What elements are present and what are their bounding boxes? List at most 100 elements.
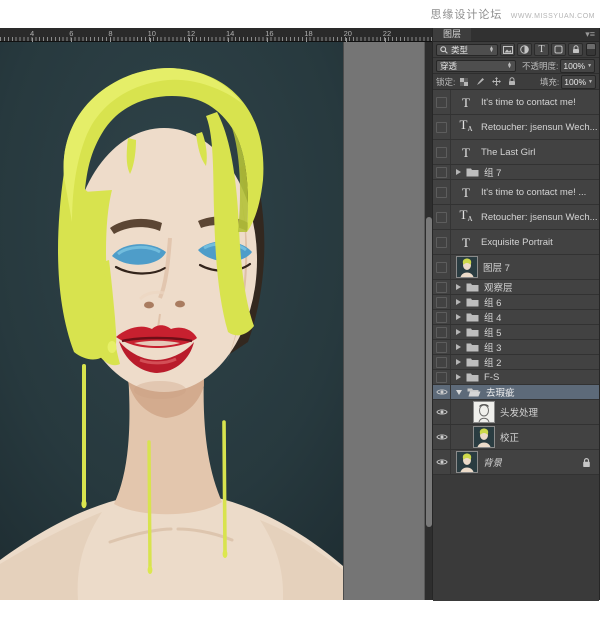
disclosure-triangle-icon[interactable] xyxy=(456,359,461,365)
disclosure-triangle-icon[interactable] xyxy=(456,169,461,175)
disclosure-triangle-icon[interactable] xyxy=(456,344,461,350)
layer-row-body[interactable]: 组 5 xyxy=(451,325,599,339)
text-layer-thumbnail[interactable]: T xyxy=(456,236,476,249)
visibility-eye-icon[interactable] xyxy=(433,385,451,399)
layer-row-body[interactable]: TARetoucher: jsensun Wech... xyxy=(451,115,599,139)
visibility-eye-empty[interactable] xyxy=(433,280,451,294)
layer-row-body[interactable]: 背景 xyxy=(451,450,599,474)
filter-shape-layers-icon[interactable] xyxy=(551,43,566,56)
lock-all-icon[interactable] xyxy=(505,75,519,88)
visibility-eye-icon[interactable] xyxy=(433,425,451,449)
layer-row-body[interactable]: TThe Last Girl xyxy=(451,140,599,164)
layer-row-16[interactable]: 头发处理 xyxy=(433,400,599,425)
filter-type-dropdown[interactable]: 类型 ▲▼ xyxy=(436,44,498,56)
layer-row-body[interactable]: 组 7 xyxy=(451,165,599,179)
layer-row-7[interactable]: 图层 7 xyxy=(433,255,599,280)
tab-layers[interactable]: 图层 xyxy=(433,28,471,41)
blend-mode-dropdown[interactable]: 穿透 ▲▼ xyxy=(436,60,516,72)
layer-name: It's time to contact me! xyxy=(481,97,576,108)
document-vertical-scrollbar[interactable] xyxy=(424,42,432,600)
layer-row-5[interactable]: TARetoucher: jsensun Wech... xyxy=(433,205,599,230)
text-style-layer-thumbnail[interactable]: TA xyxy=(456,208,476,226)
lock-pixels-brush-icon[interactable] xyxy=(473,75,487,88)
layer-thumbnail[interactable] xyxy=(473,426,495,448)
disclosure-triangle-icon[interactable] xyxy=(456,284,461,290)
filter-adjustment-layers-icon[interactable] xyxy=(517,43,532,56)
layer-row-12[interactable]: 组 3 xyxy=(433,340,599,355)
lock-label: 锁定: xyxy=(436,76,455,88)
disclosure-triangle-icon[interactable] xyxy=(456,314,461,320)
layer-row-body[interactable]: TARetoucher: jsensun Wech... xyxy=(451,205,599,229)
layer-name: 图层 7 xyxy=(483,260,510,274)
layer-row-10[interactable]: 组 4 xyxy=(433,310,599,325)
visibility-eye-empty[interactable] xyxy=(433,255,451,279)
visibility-eye-icon[interactable] xyxy=(433,400,451,424)
layer-row-body[interactable]: 校正 xyxy=(451,425,599,449)
layer-row-3[interactable]: 组 7 xyxy=(433,165,599,180)
layer-row-body[interactable]: TExquisite Portrait xyxy=(451,230,599,254)
visibility-eye-empty[interactable] xyxy=(433,295,451,309)
lock-transparency-icon[interactable] xyxy=(457,75,471,88)
layer-row-body[interactable]: F-S xyxy=(451,370,599,384)
layer-row-1[interactable]: TARetoucher: jsensun Wech... xyxy=(433,115,599,140)
layer-row-15[interactable]: 去瑕疵 xyxy=(433,385,599,400)
visibility-eye-empty[interactable] xyxy=(433,140,451,164)
disclosure-triangle-icon[interactable] xyxy=(456,299,461,305)
layer-row-body[interactable]: 图层 7 xyxy=(451,255,599,279)
filter-smart-object-icon[interactable] xyxy=(568,43,583,56)
layer-thumbnail[interactable] xyxy=(473,401,495,423)
layer-row-body[interactable]: T It's time to contact me! xyxy=(451,90,599,114)
layer-row-9[interactable]: 组 6 xyxy=(433,295,599,310)
layer-row-18[interactable]: 背景 xyxy=(433,450,599,475)
visibility-eye-empty[interactable] xyxy=(433,90,451,114)
layer-row-13[interactable]: 组 2 xyxy=(433,355,599,370)
filter-toggle-switch[interactable] xyxy=(586,43,596,56)
visibility-eye-empty[interactable] xyxy=(433,355,451,369)
layer-row-8[interactable]: 观察层 xyxy=(433,280,599,295)
visibility-eye-empty[interactable] xyxy=(433,115,451,139)
visibility-eye-icon[interactable] xyxy=(433,450,451,474)
layer-row-17[interactable]: 校正 xyxy=(433,425,599,450)
visibility-eye-empty[interactable] xyxy=(433,310,451,324)
ruler[interactable]: 46810121416182022 xyxy=(0,28,432,42)
text-layer-thumbnail[interactable]: T xyxy=(456,96,476,109)
layer-row-body[interactable]: 组 3 xyxy=(451,340,599,354)
layer-row-body[interactable]: 头发处理 xyxy=(451,400,599,424)
layer-row-body[interactable]: 去瑕疵 xyxy=(451,385,599,399)
disclosure-triangle-icon[interactable] xyxy=(456,390,462,395)
filter-type-layers-icon[interactable]: T xyxy=(534,43,549,56)
visibility-eye-empty[interactable] xyxy=(433,230,451,254)
lock-position-icon[interactable] xyxy=(489,75,503,88)
disclosure-triangle-icon[interactable] xyxy=(456,329,461,335)
opacity-value-field[interactable]: 100% ▼ xyxy=(560,59,595,73)
text-layer-thumbnail[interactable]: T xyxy=(456,186,476,199)
layer-thumbnail[interactable] xyxy=(456,256,478,278)
visibility-eye-empty[interactable] xyxy=(433,165,451,179)
layer-row-body[interactable]: 观察层 xyxy=(451,280,599,294)
visibility-eye-empty[interactable] xyxy=(433,340,451,354)
disclosure-triangle-icon[interactable] xyxy=(456,374,461,380)
text-layer-thumbnail[interactable]: T xyxy=(456,146,476,159)
layer-row-2[interactable]: TThe Last Girl xyxy=(433,140,599,165)
layer-thumbnail[interactable] xyxy=(456,451,478,473)
visibility-eye-empty[interactable] xyxy=(433,180,451,204)
visibility-eye-empty[interactable] xyxy=(433,325,451,339)
layer-row-body[interactable]: TIt's time to contact me! ... xyxy=(451,180,599,204)
layer-row-0[interactable]: T It's time to contact me! xyxy=(433,90,599,115)
layer-row-14[interactable]: F-S xyxy=(433,370,599,385)
layer-row-6[interactable]: TExquisite Portrait xyxy=(433,230,599,255)
ruler-number: 20 xyxy=(344,29,352,38)
layer-row-body[interactable]: 组 2 xyxy=(451,355,599,369)
fill-value-field[interactable]: 100% ▼ xyxy=(561,75,596,89)
visibility-eye-empty[interactable] xyxy=(433,370,451,384)
visibility-eye-empty[interactable] xyxy=(433,205,451,229)
text-style-layer-thumbnail[interactable]: TA xyxy=(456,118,476,136)
document-canvas[interactable] xyxy=(0,42,343,600)
opacity-label: 不透明度: xyxy=(522,60,558,72)
layer-row-11[interactable]: 组 5 xyxy=(433,325,599,340)
filter-pixel-layers-icon[interactable] xyxy=(500,43,515,56)
layer-row-body[interactable]: 组 4 xyxy=(451,310,599,324)
layer-row-4[interactable]: TIt's time to contact me! ... xyxy=(433,180,599,205)
layer-row-body[interactable]: 组 6 xyxy=(451,295,599,309)
panel-menu-icon[interactable]: ▾≡ xyxy=(585,30,595,39)
